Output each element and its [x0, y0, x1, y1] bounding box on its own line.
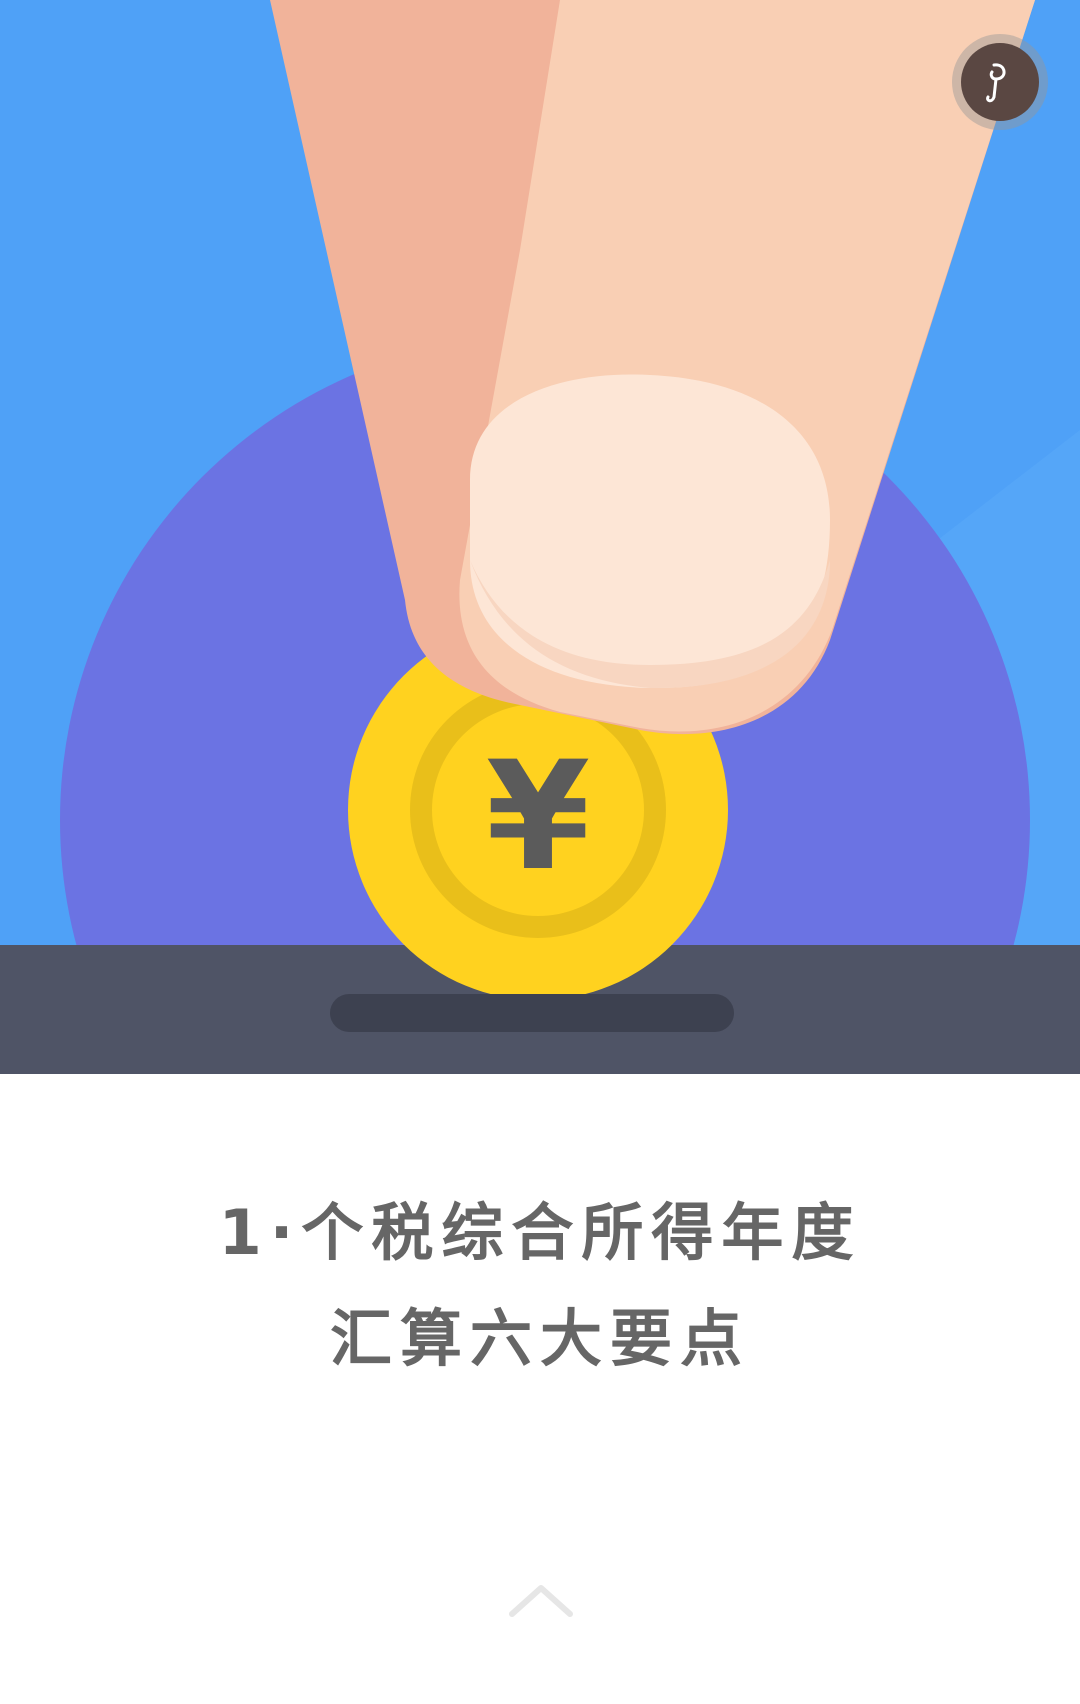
- coin-slot-illustration: ¥: [0, 0, 1080, 1074]
- chevron-up-icon[interactable]: [506, 1580, 576, 1620]
- title-line-1: 1·个税综合所得年度: [218, 1196, 862, 1269]
- yuan-symbol: ¥: [486, 730, 590, 904]
- coin-slot: [330, 994, 734, 1032]
- title-block: 1·个税综合所得年度 汇算六大要点: [0, 1180, 1080, 1392]
- music-note-icon: [986, 63, 1006, 103]
- page: ¥ 1·个税综合所得年度 汇算六大要点: [0, 0, 1080, 1704]
- hero-illustration: ¥: [0, 0, 1080, 1074]
- music-button-inner: [961, 43, 1039, 121]
- music-toggle-button[interactable]: [952, 34, 1048, 130]
- title-line-2: 汇算六大要点: [329, 1302, 750, 1375]
